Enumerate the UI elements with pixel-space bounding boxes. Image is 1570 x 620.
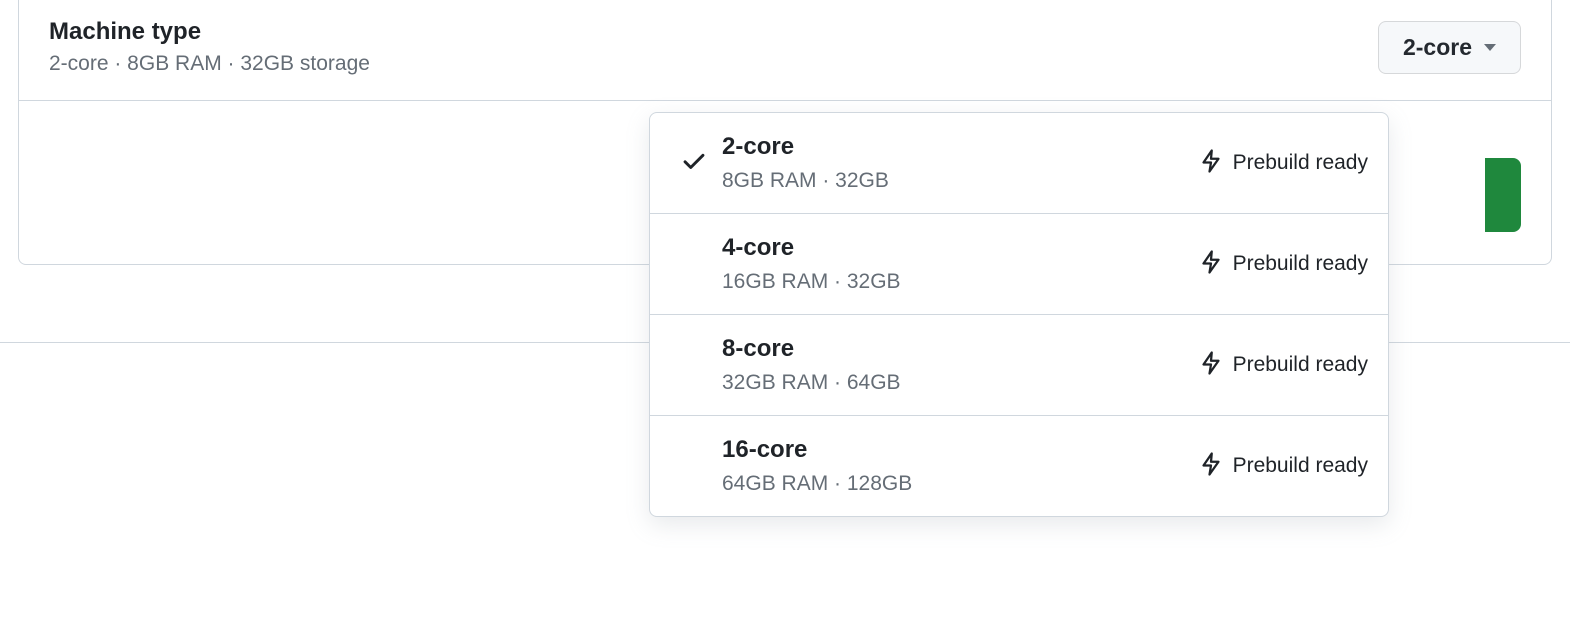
option-subtitle: 64GB RAM · 128GB	[722, 472, 1199, 496]
badge-text: Prebuild ready	[1233, 151, 1368, 175]
prebuild-badge: Prebuild ready	[1199, 351, 1368, 380]
option-subtitle: 8GB RAM · 32GB	[722, 169, 1199, 193]
check-column	[666, 148, 722, 179]
machine-option-16-core[interactable]: 16-core 64GB RAM · 128GB Prebuild ready	[650, 416, 1388, 516]
prebuild-badge: Prebuild ready	[1199, 149, 1368, 178]
option-text: 2-core 8GB RAM · 32GB	[722, 133, 1199, 193]
badge-text: Prebuild ready	[1233, 353, 1368, 377]
machine-type-menu: 2-core 8GB RAM · 32GB Prebuild ready 4-c…	[649, 112, 1389, 517]
zap-icon	[1199, 250, 1223, 279]
option-text: 8-core 32GB RAM · 64GB	[722, 335, 1199, 395]
machine-option-8-core[interactable]: 8-core 32GB RAM · 64GB Prebuild ready	[650, 315, 1388, 416]
section-header: Machine type 2-core · 8GB RAM · 32GB sto…	[19, 0, 1551, 101]
prebuild-badge: Prebuild ready	[1199, 250, 1368, 279]
zap-icon	[1199, 351, 1223, 380]
option-title: 16-core	[722, 436, 1199, 464]
machine-option-4-core[interactable]: 4-core 16GB RAM · 32GB Prebuild ready	[650, 214, 1388, 315]
option-text: 16-core 64GB RAM · 128GB	[722, 436, 1199, 496]
machine-type-dropdown-button[interactable]: 2-core	[1378, 21, 1521, 74]
option-subtitle: 16GB RAM · 32GB	[722, 270, 1199, 294]
section-subtitle: 2-core · 8GB RAM · 32GB storage	[49, 52, 370, 76]
dropdown-selected-label: 2-core	[1403, 34, 1472, 61]
machine-option-2-core[interactable]: 2-core 8GB RAM · 32GB Prebuild ready	[650, 113, 1388, 214]
chevron-down-icon	[1484, 44, 1496, 51]
badge-text: Prebuild ready	[1233, 454, 1368, 478]
zap-icon	[1199, 452, 1223, 481]
create-button-partial[interactable]	[1485, 158, 1521, 232]
option-subtitle: 32GB RAM · 64GB	[722, 371, 1199, 395]
prebuild-badge: Prebuild ready	[1199, 452, 1368, 481]
option-title: 8-core	[722, 335, 1199, 363]
badge-text: Prebuild ready	[1233, 252, 1368, 276]
section-title: Machine type	[49, 18, 370, 46]
check-icon	[681, 148, 707, 179]
option-title: 2-core	[722, 133, 1199, 161]
option-title: 4-core	[722, 234, 1199, 262]
option-text: 4-core 16GB RAM · 32GB	[722, 234, 1199, 294]
zap-icon	[1199, 149, 1223, 178]
section-header-text: Machine type 2-core · 8GB RAM · 32GB sto…	[49, 18, 370, 76]
